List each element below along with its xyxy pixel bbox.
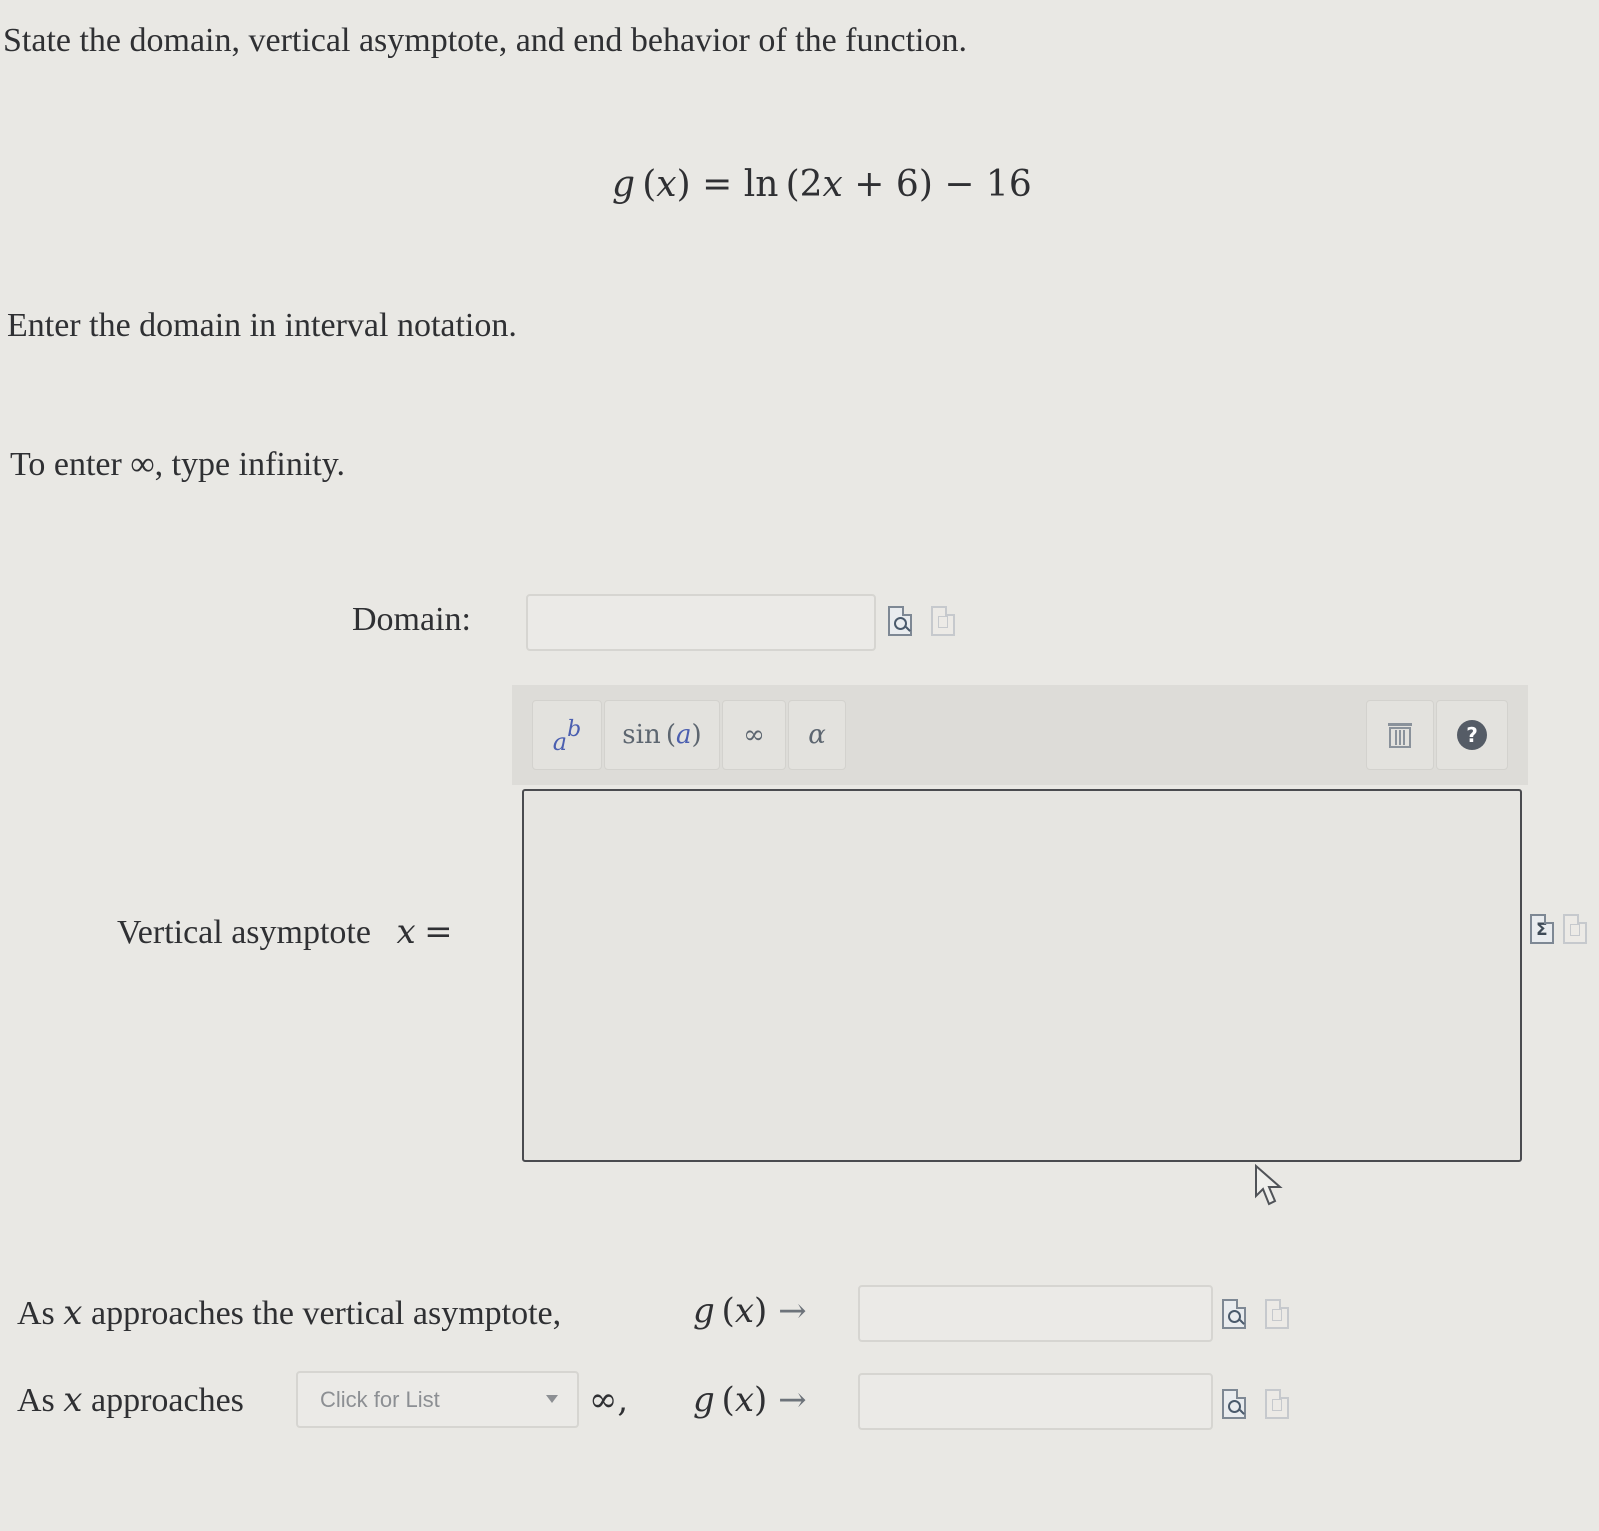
sin-button[interactable]: sin (a) [604,700,720,770]
domain-instruction: Enter the domain in interval notation. [7,307,517,344]
preview-icon[interactable] [888,606,912,636]
mouse-cursor-icon [1255,1164,1283,1206]
syntax-icon-2[interactable] [1265,1389,1289,1419]
g-arrow-label-1: g (x) → [693,1291,807,1331]
g-arrow-label-2: g (x) → [693,1380,807,1420]
trash-icon [1388,723,1412,748]
syntax-icon-1[interactable] [1265,1299,1289,1329]
preview-icon-1[interactable] [1222,1299,1246,1329]
direction-dropdown[interactable]: Click for List [296,1371,579,1428]
domain-label: Domain: [352,601,471,638]
function-display: g (x) = ln (2x + 6) − 16 [612,164,1032,205]
chevron-down-icon [546,1395,558,1403]
syntax-icon[interactable] [931,606,955,636]
infinity-after-dropdown: ∞, [589,1380,629,1420]
end-behavior-input-1[interactable] [858,1285,1213,1342]
math-toolbar: ab sin (a) ∞ α ? [512,685,1528,785]
trash-button[interactable] [1366,700,1434,770]
infinity-hint: To enter ∞, type infinity. [10,446,346,483]
help-icon: ? [1457,720,1487,750]
end-behavior-input-2[interactable] [858,1373,1213,1430]
dropdown-placeholder: Click for List [320,1387,440,1412]
power-button[interactable]: ab [532,700,602,770]
help-button[interactable]: ? [1436,700,1508,770]
infinity-button[interactable]: ∞ [722,700,786,770]
alpha-button[interactable]: α [788,700,846,770]
syntax-icon-asymptote[interactable] [1563,914,1587,944]
end-behavior-row1-text: As x approaches the vertical asymptote, [17,1293,562,1333]
domain-input[interactable] [526,594,876,651]
end-behavior-row2-text: As x approaches [17,1380,244,1420]
question-prompt: State the domain, vertical asymptote, an… [3,22,967,59]
asymptote-label: Vertical asymptote x = [117,912,453,952]
preview-icon-2[interactable] [1222,1389,1246,1419]
equation-preview-icon[interactable]: Σ [1530,914,1554,944]
asymptote-input[interactable] [522,789,1522,1162]
